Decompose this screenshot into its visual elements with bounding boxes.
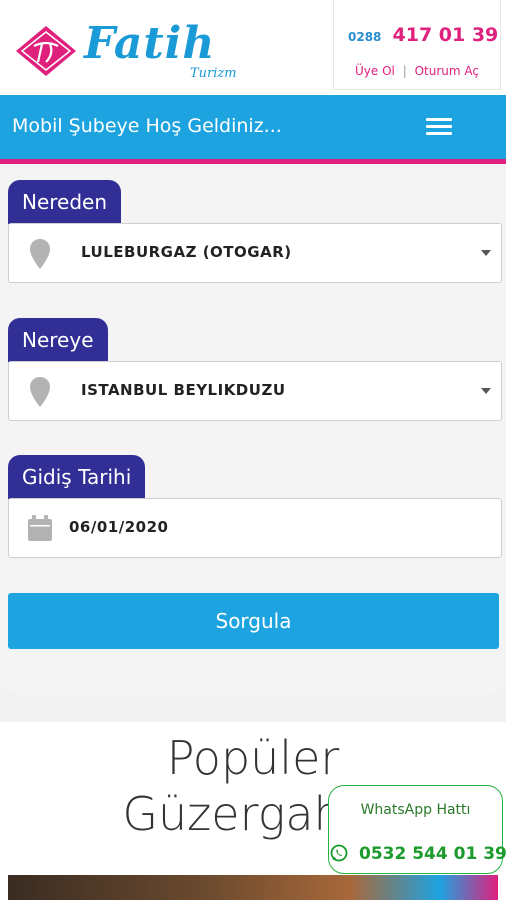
auth-separator: | [402, 64, 407, 78]
hamburger-icon[interactable] [426, 118, 452, 136]
chevron-down-icon [481, 250, 491, 256]
contact-box: 0288 417 01 39 Üye Ol | Oturum Aç [333, 0, 501, 90]
search-button[interactable]: Sorgula [8, 593, 499, 649]
whatsapp-widget[interactable]: WhatsApp Hattı 0532 544 01 39 [328, 785, 506, 874]
to-value: ISTANBUL BEYLIKDUZU [81, 381, 286, 399]
signup-link[interactable]: Üye Ol [355, 64, 395, 78]
whatsapp-icon [330, 844, 348, 862]
map-pin-icon [30, 239, 50, 269]
title-line-1: Popüler [166, 731, 340, 785]
date-value: 06/01/2020 [69, 518, 169, 536]
calendar-icon [28, 515, 52, 541]
whatsapp-title: WhatsApp Hattı [360, 802, 471, 818]
phone-line[interactable]: 0288 417 01 39 [348, 24, 498, 46]
site-header: Fatih Turizm 0288 417 01 39 Üye Ol | Otu… [0, 0, 506, 95]
whatsapp-phone[interactable]: 0532 544 01 39 [337, 844, 506, 864]
welcome-title: Mobil Şubeye Hoş Geldiniz... [12, 115, 282, 137]
logo-subtitle: Turizm [190, 66, 237, 81]
map-pin-icon [30, 377, 50, 407]
phone-number: 417 01 39 [392, 24, 499, 46]
route-banner-image[interactable] [8, 875, 498, 900]
to-label: Nereye [8, 318, 108, 362]
date-field[interactable]: 06/01/2020 [8, 498, 502, 558]
from-label: Nereden [8, 180, 122, 224]
logo-icon[interactable] [14, 24, 78, 78]
login-link[interactable]: Oturum Aç [415, 64, 479, 78]
phone-prefix: 0288 [348, 30, 382, 44]
logo-wordmark[interactable]: Fatih [84, 18, 215, 69]
chevron-down-icon [481, 388, 491, 394]
to-select[interactable]: ISTANBUL BEYLIKDUZU [8, 361, 502, 421]
date-label: Gidiş Tarihi [8, 455, 146, 499]
from-select[interactable]: LULEBURGAZ (OTOGAR) [8, 223, 502, 283]
auth-links: Üye Ol | Oturum Aç [334, 64, 500, 78]
from-value: LULEBURGAZ (OTOGAR) [81, 243, 292, 261]
